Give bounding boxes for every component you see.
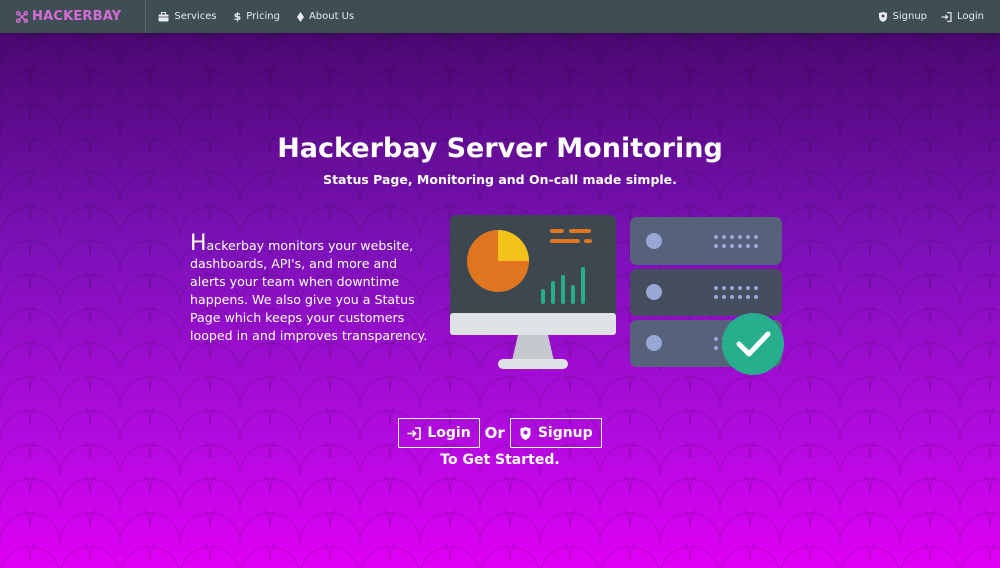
page-title: Hackerbay Server Monitoring [277,133,723,164]
cta-or: Or [484,424,505,442]
checkmark-icon [722,313,784,375]
cta-signup-button[interactable]: Signup [509,418,602,448]
nav-about[interactable]: About Us [296,11,355,22]
bar [561,275,565,304]
description-text: ackerbay monitors your website, dashboar… [190,238,428,343]
bar [571,285,575,304]
shield-user-icon [519,426,532,440]
dollar-icon: $ [233,10,242,23]
diamond-icon [296,11,304,22]
nav-about-label: About Us [308,11,355,22]
bar [581,267,585,304]
cta-signup-label: Signup [537,425,593,441]
nav-login[interactable]: Login [941,11,984,22]
description: Hackerbay monitors your website, dashboa… [190,233,430,345]
nav-signup-label: Signup [892,11,928,22]
hero-section: Hackerbay Server Monitoring Status Page,… [0,33,1000,568]
shield-user-icon [878,11,888,22]
bar [541,289,545,304]
nav-pricing[interactable]: $ Pricing [234,10,280,23]
drone-icon [16,10,28,23]
monitor-bezel [450,313,616,335]
nav-pricing-label: Pricing [246,11,280,22]
page-subtitle: Status Page, Monitoring and On-call made… [323,172,677,187]
nav-login-label: Login [957,11,984,22]
cta-footer-text: To Get Started. [440,452,560,468]
brand-logo[interactable]: HACKERBAY [16,0,147,33]
navbar: HACKERBAY Services $ Pricing About Us Si… [0,0,1000,33]
brand-name: HACKERBAY [32,9,122,24]
description-initial: H [190,231,207,256]
cta-login-button[interactable]: Login [398,418,480,448]
login-icon [941,11,952,22]
nav-services[interactable]: Services [158,11,217,22]
cta-login-label: Login [427,425,471,441]
nav-services-label: Services [174,11,217,22]
monitor-base [498,359,568,369]
bar [551,281,555,304]
cta-row: Login Or Signup [0,418,1000,448]
nav-signup[interactable]: Signup [878,11,928,22]
briefcase-icon [158,11,169,22]
monitor-stand [512,335,554,361]
monitoring-illustration [450,215,784,375]
login-icon [407,426,422,440]
